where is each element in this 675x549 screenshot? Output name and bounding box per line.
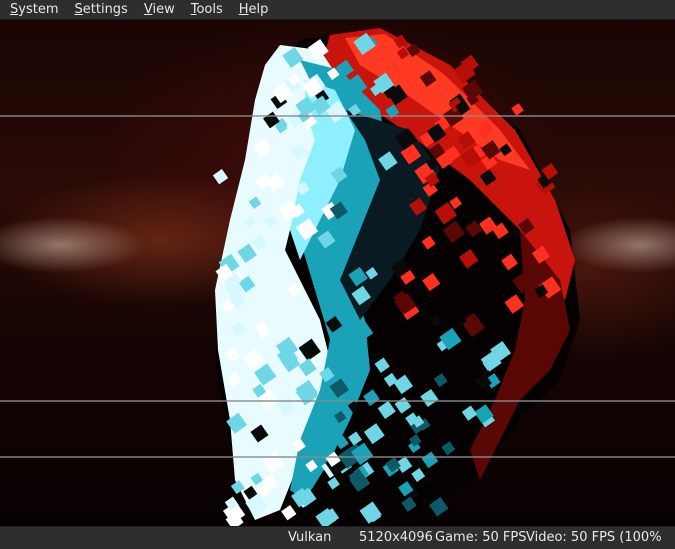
- status-video-fps: Video: 50 FPS (100%: [526, 530, 662, 545]
- menu-help-label: elp: [248, 1, 269, 17]
- rendered-scene: [212, 28, 580, 526]
- menu-settings[interactable]: Settings: [65, 1, 134, 19]
- status-resolution: 5120x4096: [359, 530, 433, 545]
- status-game-fps: Game: 50 FPS: [435, 530, 527, 545]
- scanline-artifact: [0, 400, 675, 402]
- menu-bar: System Settings View Tools Help: [0, 0, 675, 20]
- status-graphics-api: Vulkan: [288, 530, 332, 545]
- menu-help-mnemonic: H: [238, 1, 249, 17]
- scanline-artifact: [0, 115, 675, 117]
- menu-tools-label: ools: [196, 1, 223, 17]
- menu-tools[interactable]: Tools: [181, 1, 229, 19]
- voxel-block: [511, 103, 524, 116]
- voxel-block: [212, 169, 229, 185]
- menu-system-label: ystem: [18, 1, 59, 17]
- menu-view-label: iew: [152, 1, 175, 17]
- scanline-artifact: [0, 456, 675, 458]
- menu-settings-mnemonic: S: [74, 1, 83, 17]
- game-viewport[interactable]: [0, 20, 675, 526]
- menu-help[interactable]: Help: [229, 1, 275, 19]
- menu-system[interactable]: System: [0, 1, 65, 19]
- menu-settings-label: ettings: [82, 1, 128, 17]
- status-bar: Vulkan 5120x4096 Game: 50 FPS Video: 50 …: [0, 526, 675, 549]
- menu-view[interactable]: View: [134, 1, 181, 19]
